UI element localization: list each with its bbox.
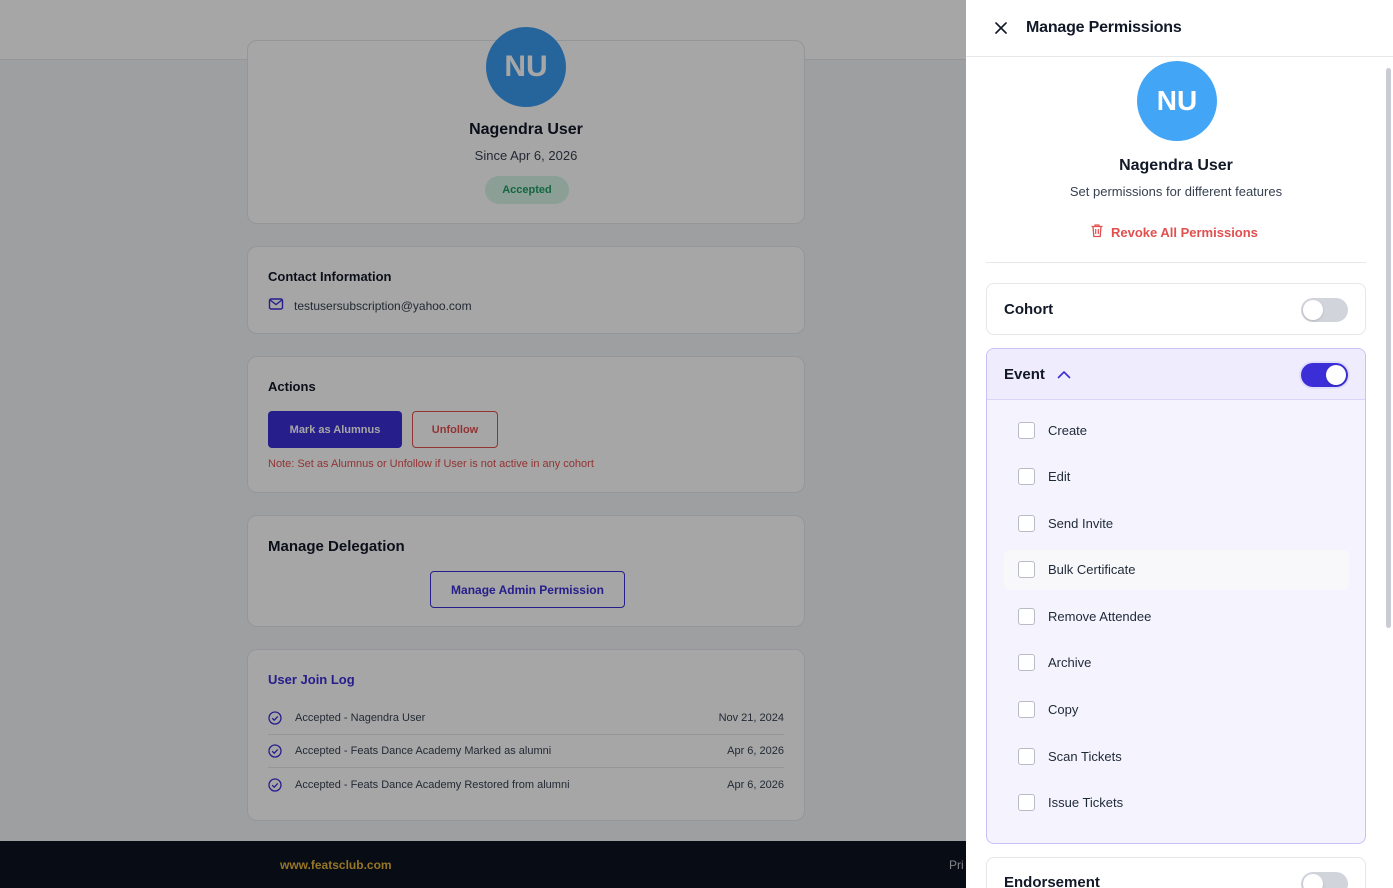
- option-scan-tickets[interactable]: Scan Tickets: [1004, 736, 1349, 776]
- revoke-label: Revoke All Permissions: [1111, 224, 1258, 240]
- checkbox[interactable]: [1018, 561, 1035, 579]
- avatar: NU: [1137, 61, 1217, 141]
- checkbox[interactable]: [1018, 701, 1035, 719]
- checkbox[interactable]: [1018, 794, 1035, 812]
- drawer-header: Manage Permissions: [966, 0, 1393, 57]
- checkbox[interactable]: [1018, 654, 1035, 672]
- option-bulk-certificate[interactable]: Bulk Certificate: [1004, 549, 1349, 590]
- checkbox[interactable]: [1018, 421, 1035, 439]
- option-label: Copy: [1048, 702, 1079, 718]
- option-label: Scan Tickets: [1048, 748, 1122, 764]
- option-copy[interactable]: Copy: [1004, 690, 1349, 730]
- chevron-up-icon[interactable]: [1057, 370, 1071, 379]
- option-label: Archive: [1048, 655, 1092, 671]
- checkbox[interactable]: [1018, 468, 1035, 486]
- permission-section-event: Event Create Edit Send Invite Bulk Certi…: [986, 348, 1366, 844]
- user-name: Nagendra User: [1119, 157, 1233, 174]
- toggle-knob: [1303, 300, 1323, 320]
- option-label: Edit: [1048, 469, 1071, 485]
- option-label: Remove Attendee: [1048, 608, 1152, 624]
- section-label: Endorsement: [1004, 874, 1100, 888]
- drawer-subtitle: Set permissions for different features: [1069, 184, 1283, 199]
- option-label: Bulk Certificate: [1048, 562, 1136, 578]
- drawer-title: Manage Permissions: [1026, 19, 1182, 36]
- checkbox[interactable]: [1018, 607, 1035, 625]
- permission-section-endorsement: Endorsement: [986, 857, 1366, 888]
- section-label: Event: [1004, 365, 1045, 383]
- option-send-invite[interactable]: Send Invite: [1004, 503, 1349, 543]
- option-remove-attendee[interactable]: Remove Attendee: [1004, 596, 1349, 636]
- permission-section-cohort: Cohort: [986, 283, 1366, 335]
- revoke-all-permissions-button[interactable]: Revoke All Permissions: [1090, 223, 1258, 241]
- option-issue-tickets[interactable]: Issue Tickets: [1004, 783, 1349, 823]
- toggle-knob: [1303, 874, 1323, 888]
- option-label: Send Invite: [1048, 515, 1114, 531]
- cohort-toggle[interactable]: [1301, 298, 1348, 322]
- trash-icon: [1090, 223, 1104, 241]
- option-label: Issue Tickets: [1048, 795, 1124, 811]
- checkbox[interactable]: [1018, 747, 1035, 765]
- event-options: Create Edit Send Invite Bulk Certificate…: [1004, 410, 1349, 829]
- option-edit[interactable]: Edit: [1004, 457, 1349, 497]
- option-archive[interactable]: Archive: [1004, 643, 1349, 683]
- option-label: Create: [1048, 422, 1088, 438]
- scrollbar[interactable]: [1386, 68, 1391, 628]
- divider: [986, 262, 1366, 263]
- endorsement-toggle[interactable]: [1301, 872, 1348, 888]
- checkbox[interactable]: [1018, 514, 1035, 532]
- option-create[interactable]: Create: [1004, 410, 1349, 450]
- section-label: Cohort: [1004, 301, 1054, 318]
- event-toggle[interactable]: [1301, 363, 1348, 387]
- toggle-knob: [1326, 365, 1346, 385]
- manage-permissions-drawer: Manage Permissions NU Nagendra User Set …: [966, 0, 1393, 888]
- close-icon[interactable]: [989, 16, 1013, 40]
